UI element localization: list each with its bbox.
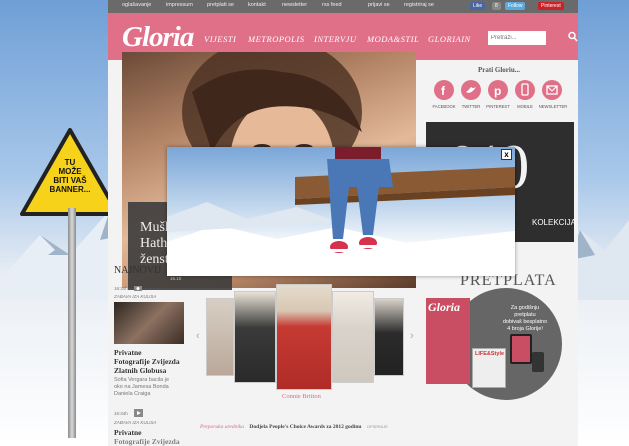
facebook-like-button[interactable]: Like bbox=[470, 2, 486, 10]
carousel-prev-button[interactable]: ‹ bbox=[196, 330, 200, 342]
article-thumbnail[interactable] bbox=[114, 302, 184, 344]
tablet-device bbox=[510, 334, 532, 364]
article-title-line[interactable]: Zlatnih Globusa bbox=[114, 366, 166, 375]
follow-box-title: Prati Gloriu... bbox=[478, 66, 520, 74]
login-link[interactable]: prijavi se bbox=[368, 2, 390, 8]
twitter-icon[interactable] bbox=[461, 80, 481, 100]
top-link-subscribe[interactable]: pretplati se bbox=[207, 2, 234, 8]
newsletter-icon[interactable] bbox=[542, 80, 562, 100]
subscription-text-line: Za godišnju bbox=[510, 305, 540, 311]
mobile-label: MOBILE bbox=[517, 104, 533, 109]
follow-box: Prati Gloriu... f p FACEBOOK TWITTER PIN… bbox=[426, 62, 572, 116]
nav-item-moda-stil[interactable]: MODA&STIL bbox=[367, 34, 419, 44]
subscription-text-line: 4 broja Glorije! bbox=[507, 326, 543, 332]
site-logo[interactable]: Gloria bbox=[122, 21, 194, 54]
editor-pick-kicker: Preporuka urednika bbox=[200, 424, 245, 430]
register-link[interactable]: registriraj se bbox=[404, 2, 434, 8]
article-desc-line: Sofia Vergara bacila je bbox=[114, 377, 170, 383]
top-link-advertising[interactable]: oglašavanje bbox=[122, 2, 151, 8]
ad-sub-text: KOLEKCIJA bbox=[532, 218, 577, 227]
popup-ad[interactable] bbox=[167, 147, 515, 276]
article-title-line[interactable]: Fotografije Zvijezda bbox=[114, 357, 180, 366]
article-title-line[interactable]: Fotografije Zvijezda bbox=[114, 437, 180, 446]
editor-pick-strip: Preporuka urednika Dodjela People's Choi… bbox=[200, 424, 388, 430]
sign-line: BANNER... bbox=[49, 185, 91, 194]
subscription-text: Za godišnju pretplatu dobivaš besplatno … bbox=[500, 305, 550, 333]
carousel-photo[interactable] bbox=[332, 291, 374, 383]
subscription-text-line: dobivaš besplatno bbox=[502, 319, 548, 325]
banner-ad-sign[interactable]: TU MOŽE BITI VAŠ BANNER... bbox=[20, 128, 120, 438]
article-time: 16:34h bbox=[114, 286, 128, 291]
article-category: ZABAVA IZA KULISA bbox=[114, 294, 157, 299]
top-link-contact[interactable]: kontakt bbox=[248, 2, 266, 8]
twitter-follow-button[interactable]: Follow bbox=[505, 2, 526, 10]
carousel-photo[interactable] bbox=[206, 298, 234, 376]
editor-pick-headline[interactable]: Dodjela People's Choice Awards za 2012 g… bbox=[249, 424, 361, 430]
pinterest-label: PINTEREST bbox=[486, 104, 510, 109]
carousel-photo[interactable] bbox=[234, 291, 276, 383]
phone-device bbox=[532, 352, 544, 372]
nav-item-metropolis[interactable]: METROPOLIS bbox=[248, 34, 304, 44]
twitter-label: TWITTER bbox=[461, 104, 481, 109]
sign-line: TU bbox=[64, 158, 76, 167]
facebook-icon[interactable]: f bbox=[434, 80, 454, 100]
article-category: ZABAVA IZA KULISA bbox=[114, 420, 157, 425]
carousel-photo[interactable] bbox=[374, 298, 404, 376]
subscription-box[interactable]: PRETPLATA Za godišnju pretplatu dobivaš … bbox=[426, 268, 576, 400]
svg-text:p: p bbox=[494, 84, 501, 98]
carousel-caption[interactable]: Connie Britton bbox=[282, 393, 321, 400]
nav-item-vijesti[interactable]: VIJESTI bbox=[204, 34, 236, 44]
facebook-label: FACEBOOK bbox=[432, 104, 456, 109]
magazine-title: Gloria bbox=[428, 300, 461, 314]
latest-section-title: NAJNOVIJ bbox=[114, 265, 162, 276]
close-popup-button[interactable]: x bbox=[501, 149, 512, 160]
top-link-newsletter[interactable]: newsletter bbox=[282, 2, 307, 8]
nav-item-intervju[interactable]: INTERVJU bbox=[314, 34, 357, 44]
newsletter-label: NEWSLETTER bbox=[538, 104, 568, 109]
like-count: 8 bbox=[492, 2, 501, 10]
magazine-cover-gloria: Gloria bbox=[426, 298, 470, 384]
top-link-impressum[interactable]: impressum bbox=[166, 2, 193, 8]
magazine-title: LIFE&Style bbox=[475, 351, 505, 357]
top-bar: oglašavanje impressum pretplati se konta… bbox=[108, 0, 578, 13]
search-input[interactable] bbox=[488, 31, 546, 45]
article-title-line[interactable]: Privatne bbox=[114, 348, 142, 357]
pinterest-icon[interactable]: p bbox=[488, 80, 508, 100]
nav-item-gloriain[interactable]: GLORIAIN bbox=[428, 34, 471, 44]
article-title-line[interactable]: Privatne bbox=[114, 428, 142, 437]
sign-line: MOŽE bbox=[58, 167, 82, 176]
editor-pick-more[interactable]: OPSIRNIJE bbox=[367, 424, 388, 429]
popup-ad-scene bbox=[167, 147, 515, 276]
carousel-next-button[interactable]: › bbox=[410, 330, 414, 342]
sign-text: TU MOŽE BITI VAŠ BANNER... bbox=[38, 158, 102, 194]
article-desc-line: Daniela Craiga bbox=[114, 391, 151, 397]
sign-pole bbox=[68, 208, 76, 438]
camera-icon bbox=[134, 286, 142, 291]
top-link-rss[interactable]: rss feed bbox=[322, 2, 342, 8]
search-icon[interactable] bbox=[568, 31, 578, 43]
magazine-cover-lifestyle: LIFE&Style bbox=[472, 348, 506, 388]
article-desc-line: oko na Jamesa Bonda bbox=[114, 384, 169, 390]
svg-text:f: f bbox=[441, 84, 446, 98]
video-icon bbox=[134, 409, 143, 417]
subscription-text-line: pretplatu bbox=[514, 312, 536, 318]
sign-line: BITI VAŠ bbox=[53, 176, 87, 185]
article-time: 16:34h bbox=[114, 411, 128, 416]
mobile-icon[interactable] bbox=[515, 80, 535, 100]
pinterest-button[interactable]: Pinterest bbox=[538, 2, 564, 10]
carousel-photo-selected[interactable] bbox=[276, 284, 332, 390]
